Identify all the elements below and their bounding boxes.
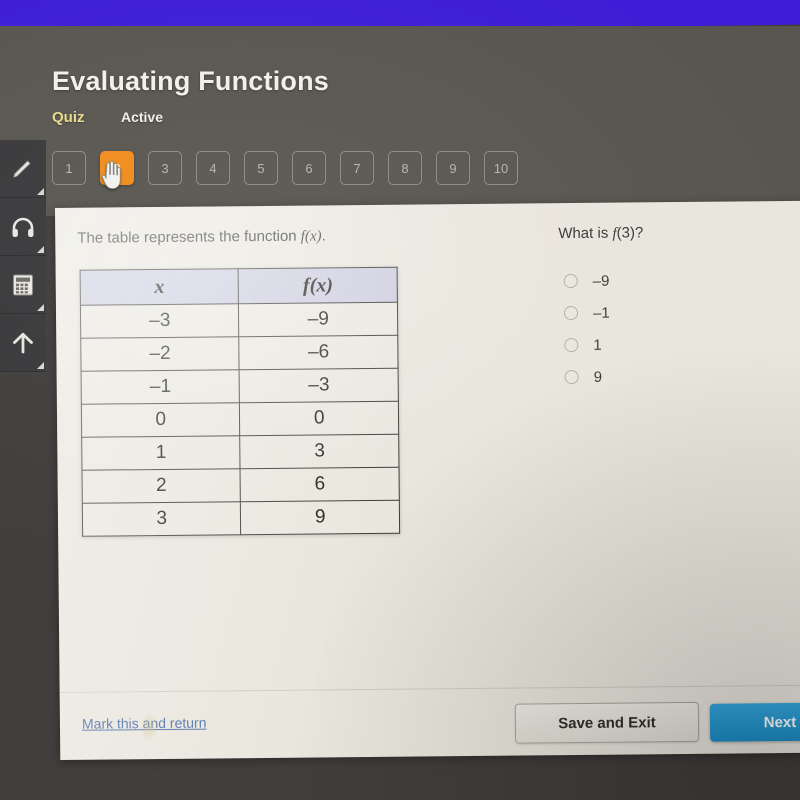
question-pill-1[interactable]: 1 xyxy=(52,151,86,185)
toolbar-item-highlighter[interactable] xyxy=(0,140,46,198)
tool-rail[interactable] xyxy=(0,140,46,372)
table-header-x: x xyxy=(80,268,239,306)
subheader: Quiz Active xyxy=(52,109,163,127)
question-nav[interactable]: 1 2 3 4 5 6 7 8 9 10 xyxy=(52,151,518,185)
table-header-row: x f(x) xyxy=(80,267,398,306)
prompt-function: f(x) xyxy=(300,228,322,245)
radio-icon[interactable] xyxy=(564,369,579,385)
quiz-type-label: Quiz xyxy=(52,109,85,126)
screen-photo: Evaluating Functions Quiz Active 1 2 3 4… xyxy=(0,0,800,800)
answer-option-label: –9 xyxy=(592,272,610,290)
cell-x: 2 xyxy=(82,468,241,504)
question-pill-8[interactable]: 8 xyxy=(388,151,422,185)
toolbar-item-audio[interactable] xyxy=(0,198,46,256)
question-prefix: What is xyxy=(558,224,613,243)
cell-fx: 3 xyxy=(240,434,400,469)
cell-x: –1 xyxy=(81,369,240,405)
cell-x: –2 xyxy=(80,336,240,372)
radio-icon[interactable] xyxy=(563,273,578,289)
save-and-exit-button[interactable]: Save and Exit xyxy=(514,701,700,744)
table-row: 1 3 xyxy=(81,434,400,471)
answer-options[interactable]: –9 –1 1 9 xyxy=(563,265,611,393)
app-header: Evaluating Functions Quiz Active 1 2 3 4… xyxy=(0,26,800,216)
question-pill-3[interactable]: 3 xyxy=(148,151,182,185)
calculator-icon xyxy=(13,274,33,295)
radio-icon[interactable] xyxy=(564,337,579,353)
question-text: What is f(3)? xyxy=(558,224,643,243)
mark-this-and-return-link[interactable]: Mark this and return xyxy=(82,715,207,732)
page-title: Evaluating Functions xyxy=(52,66,330,96)
table-row: 0 0 xyxy=(81,401,399,438)
cell-fx: 9 xyxy=(240,500,400,535)
table-header-fx: f(x) xyxy=(238,267,398,304)
cell-fx: –6 xyxy=(239,335,399,370)
question-pill-2[interactable]: 2 xyxy=(100,151,134,185)
cell-x: 1 xyxy=(81,435,241,471)
answer-option-label: –1 xyxy=(592,304,610,322)
quiz-status-label: Active xyxy=(120,109,163,125)
question-suffix: (3)? xyxy=(616,224,644,242)
toolbar-item-scroll-top[interactable] xyxy=(0,314,46,372)
toolbar-item-calculator[interactable] xyxy=(0,256,46,314)
cell-fx: –3 xyxy=(239,368,399,403)
answer-option-2[interactable]: –1 xyxy=(563,297,610,329)
next-button[interactable]: Next xyxy=(709,702,800,742)
table-row: 2 6 xyxy=(82,467,400,504)
cell-x: 3 xyxy=(82,501,242,537)
answer-option-label: 9 xyxy=(593,368,603,386)
question-pill-4[interactable]: 4 xyxy=(196,151,230,185)
cell-x: 0 xyxy=(81,402,241,438)
cell-x: –3 xyxy=(80,303,240,339)
function-table: x f(x) –3 –9 –2 –6 –1 –3 0 0 1 3 2 6 3 9 xyxy=(79,266,401,537)
question-panel: The table represents the function f(x). … xyxy=(55,200,800,760)
table-row: –3 –9 xyxy=(80,302,398,339)
prompt-prefix: The table represents the function xyxy=(77,227,301,247)
answer-option-label: 1 xyxy=(593,336,602,354)
highlighter-icon xyxy=(13,159,31,178)
question-pill-6[interactable]: 6 xyxy=(292,151,326,185)
table-row: 3 9 xyxy=(82,500,400,537)
radio-icon[interactable] xyxy=(563,305,579,321)
answer-option-4[interactable]: 9 xyxy=(564,361,610,393)
question-pill-7[interactable]: 7 xyxy=(340,151,374,185)
footer-divider xyxy=(59,684,800,693)
cell-fx: 0 xyxy=(239,401,399,436)
answer-option-1[interactable]: –9 xyxy=(563,265,610,297)
prompt-text: The table represents the function f(x). xyxy=(77,227,326,247)
table-row: –1 –3 xyxy=(81,368,399,405)
cell-fx: 6 xyxy=(240,467,400,502)
headphones-icon xyxy=(12,217,34,237)
prompt-suffix: . xyxy=(321,227,326,245)
question-pill-9[interactable]: 9 xyxy=(436,151,470,185)
question-pill-5[interactable]: 5 xyxy=(244,151,278,185)
question-pill-10[interactable]: 10 xyxy=(484,151,518,185)
up-arrow-icon xyxy=(13,332,33,353)
answer-option-3[interactable]: 1 xyxy=(564,329,610,361)
table-row: –2 –6 xyxy=(80,335,399,372)
cell-fx: –9 xyxy=(238,302,398,337)
